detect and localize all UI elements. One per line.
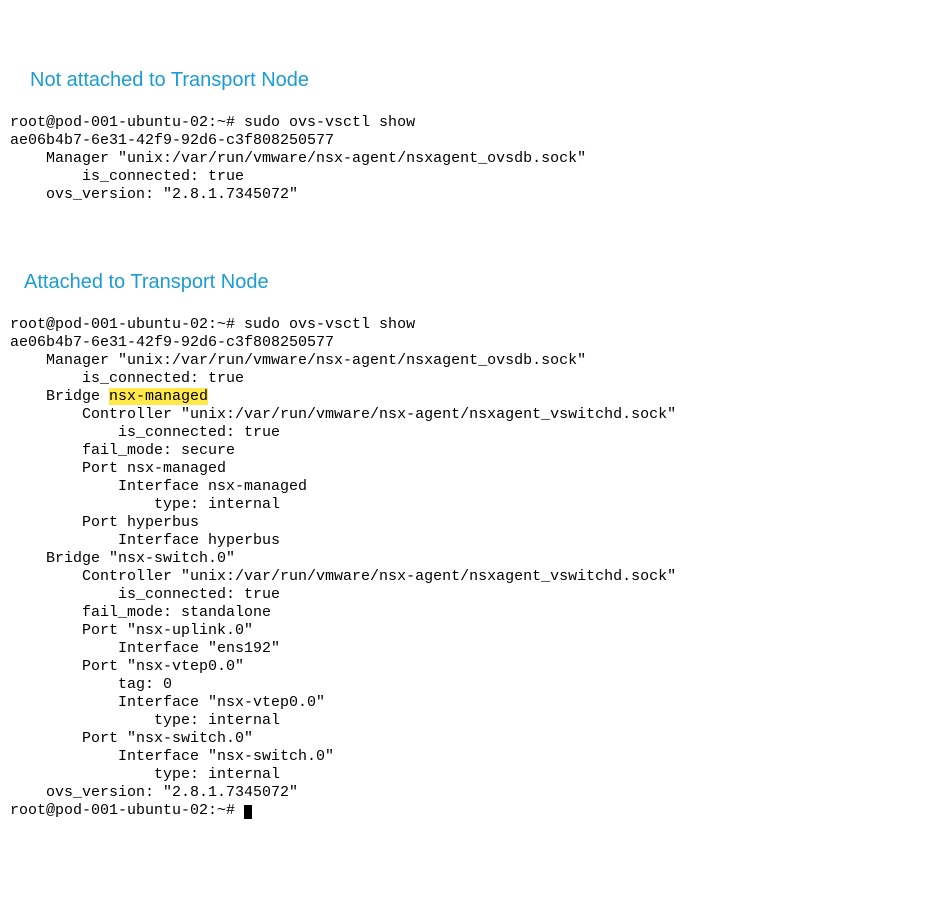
- terminal-block-2: root@pod-001-ubuntu-02:~# sudo ovs-vsctl…: [10, 316, 919, 820]
- term-line: Port "nsx-uplink.0": [10, 622, 253, 639]
- term-line: Bridge: [10, 388, 109, 405]
- heading-attached: Attached to Transport Node: [24, 270, 919, 294]
- highlighted-text: nsx-managed: [109, 388, 208, 405]
- term-line: root@pod-001-ubuntu-02:~# sudo ovs-vsctl…: [10, 316, 415, 333]
- term-line: ovs_version: "2.8.1.7345072": [10, 186, 298, 203]
- term-line: Interface "ens192": [10, 640, 280, 657]
- term-line: Port "nsx-switch.0": [10, 730, 253, 747]
- term-line: ae06b4b7-6e31-42f9-92d6-c3f808250577: [10, 334, 334, 351]
- term-line: tag: 0: [10, 676, 172, 693]
- cursor-icon: [244, 805, 252, 819]
- term-line: is_connected: true: [10, 424, 280, 441]
- term-line: Interface hyperbus: [10, 532, 280, 549]
- term-line: is_connected: true: [10, 168, 244, 185]
- term-line: fail_mode: standalone: [10, 604, 271, 621]
- term-line: Manager "unix:/var/run/vmware/nsx-agent/…: [10, 352, 586, 369]
- term-line: root@pod-001-ubuntu-02:~# sudo ovs-vsctl…: [10, 114, 415, 131]
- term-line: Manager "unix:/var/run/vmware/nsx-agent/…: [10, 150, 586, 167]
- term-line: ae06b4b7-6e31-42f9-92d6-c3f808250577: [10, 132, 334, 149]
- heading-not-attached: Not attached to Transport Node: [30, 68, 919, 92]
- terminal-block-1: root@pod-001-ubuntu-02:~# sudo ovs-vsctl…: [10, 114, 919, 204]
- term-line: Controller "unix:/var/run/vmware/nsx-age…: [10, 568, 676, 585]
- term-line: fail_mode: secure: [10, 442, 235, 459]
- term-line: Port nsx-managed: [10, 460, 226, 477]
- term-line: root@pod-001-ubuntu-02:~#: [10, 802, 244, 819]
- term-line: Controller "unix:/var/run/vmware/nsx-age…: [10, 406, 676, 423]
- term-line: ovs_version: "2.8.1.7345072": [10, 784, 298, 801]
- term-line: Port hyperbus: [10, 514, 199, 531]
- term-line: type: internal: [10, 712, 280, 729]
- term-line: Bridge "nsx-switch.0": [10, 550, 235, 567]
- term-line: type: internal: [10, 766, 280, 783]
- term-line: Interface "nsx-switch.0": [10, 748, 334, 765]
- term-line: is_connected: true: [10, 370, 244, 387]
- term-line: type: internal: [10, 496, 280, 513]
- term-line: is_connected: true: [10, 586, 280, 603]
- term-line: Interface nsx-managed: [10, 478, 307, 495]
- term-line: Port "nsx-vtep0.0": [10, 658, 244, 675]
- term-line: Interface "nsx-vtep0.0": [10, 694, 325, 711]
